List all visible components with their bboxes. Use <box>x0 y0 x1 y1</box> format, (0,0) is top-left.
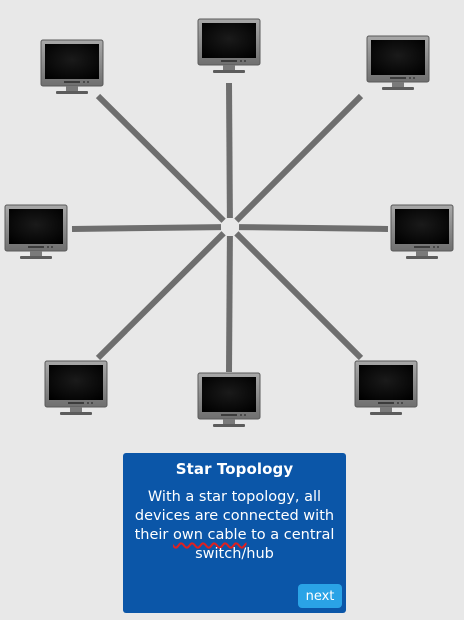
cable-bottom-right <box>234 231 364 361</box>
next-button[interactable]: next <box>298 584 342 608</box>
cable-top-left <box>95 93 226 223</box>
cable-bottom <box>226 235 233 373</box>
cable-top <box>226 82 233 219</box>
card-body: With a star topology, all devices are co… <box>133 488 336 564</box>
card-title: Star Topology <box>175 460 294 478</box>
card-body-underlined-phrase: own cable <box>172 527 247 543</box>
info-card: Star Topology With a star topology, all … <box>123 453 346 613</box>
cable-bottom-left <box>95 231 226 361</box>
monitor-icon <box>197 372 261 428</box>
cable-right <box>238 224 389 232</box>
monitor-icon <box>390 204 454 260</box>
hub-icon <box>221 218 239 236</box>
monitor-icon <box>197 18 261 74</box>
monitor-icon <box>4 204 68 260</box>
monitor-icon <box>366 35 430 91</box>
cable-top-right <box>234 93 364 223</box>
monitor-icon <box>40 39 104 95</box>
monitor-icon <box>44 360 108 416</box>
cable-left <box>71 224 222 232</box>
monitor-icon <box>354 360 418 416</box>
